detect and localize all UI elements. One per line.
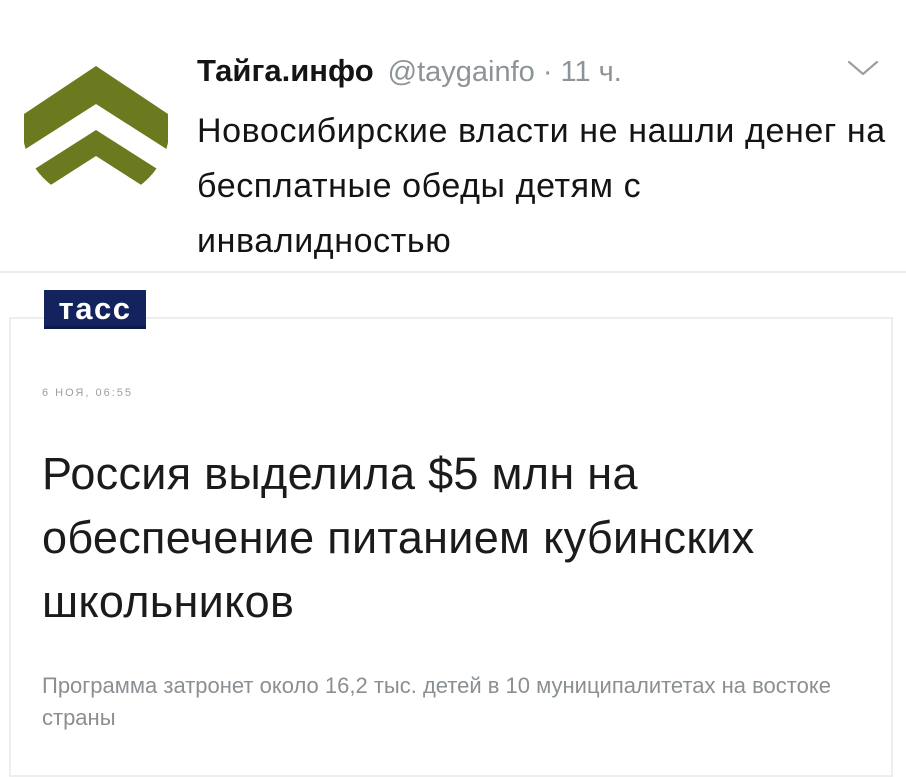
- article-date: 6 НОЯ, 06:55: [42, 387, 134, 399]
- tweet-timestamp[interactable]: 11 ч.: [560, 56, 621, 89]
- tweet-text: Новосибирские власти не нашли денег на б…: [197, 112, 886, 260]
- tweet: Тайга.инфо @taygainfo · 11 ч. Новосибирс…: [0, 0, 906, 272]
- chevron-up-logo-icon: [22, 52, 170, 200]
- article-title[interactable]: Россия выделила $5 млн на обеспечение пи…: [42, 442, 882, 634]
- avatar[interactable]: [22, 52, 170, 200]
- tass-logo: тасс: [44, 290, 146, 329]
- divider: [0, 271, 906, 273]
- article-lead: Программа затронет около 16,2 тыс. детей…: [42, 673, 831, 730]
- author-name[interactable]: Тайга.инфо: [197, 53, 374, 89]
- chevron-down-icon[interactable]: [846, 57, 880, 79]
- separator-dot: ·: [542, 56, 553, 88]
- tweet-header: Тайга.инфо @taygainfo · 11 ч.: [197, 53, 622, 89]
- author-handle[interactable]: @taygainfo: [388, 56, 535, 89]
